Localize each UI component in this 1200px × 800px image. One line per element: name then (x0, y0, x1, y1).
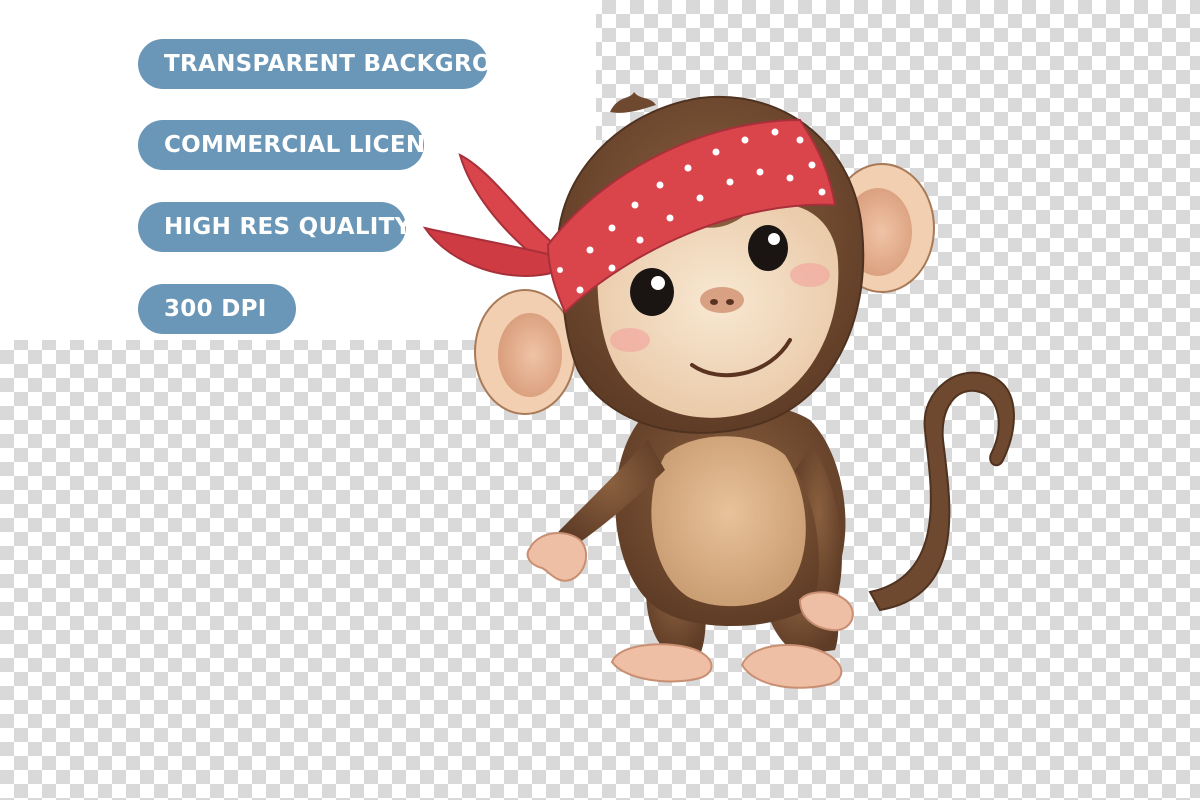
left-cheek (610, 328, 650, 352)
left-hand (526, 532, 588, 582)
hair-tuft (610, 92, 656, 113)
monkey-illustration (422, 92, 1015, 689)
right-eye (748, 225, 788, 271)
left-foot (610, 643, 713, 683)
right-foot (740, 644, 843, 689)
left-eye (630, 268, 674, 316)
belly (651, 436, 806, 607)
right-cheek (790, 263, 830, 287)
nose (700, 287, 744, 313)
tail (868, 371, 1015, 612)
left-ear-inner (498, 313, 562, 397)
